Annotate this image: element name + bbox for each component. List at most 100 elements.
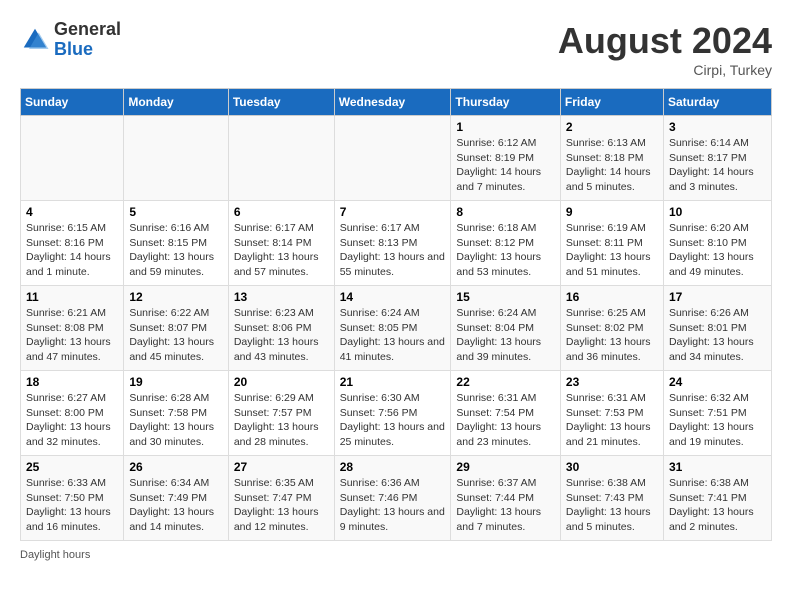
calendar-day-header: Monday xyxy=(124,89,228,116)
calendar-day-cell: 13Sunrise: 6:23 AM Sunset: 8:06 PM Dayli… xyxy=(228,286,334,371)
calendar-day-cell xyxy=(228,116,334,201)
calendar-week-row: 1 Sunrise: 6:12 AM Sunset: 8:19 PM Daylig… xyxy=(21,116,772,201)
title-block: August 2024 Cirpi, Turkey xyxy=(558,20,772,78)
day-info: Sunrise: 6:35 AM Sunset: 7:47 PM Dayligh… xyxy=(234,476,329,535)
day-number: 12 xyxy=(129,290,222,304)
day-info: Sunrise: 6:31 AM Sunset: 7:53 PM Dayligh… xyxy=(566,391,658,450)
calendar-day-cell: 30Sunrise: 6:38 AM Sunset: 7:43 PM Dayli… xyxy=(560,456,663,541)
calendar-day-cell: 5 Sunrise: 6:16 AM Sunset: 8:15 PM Daylig… xyxy=(124,201,228,286)
footer: Daylight hours xyxy=(20,549,772,561)
day-info: Sunrise: 6:12 AM Sunset: 8:19 PM Dayligh… xyxy=(456,136,555,195)
day-info: Sunrise: 6:29 AM Sunset: 7:57 PM Dayligh… xyxy=(234,391,329,450)
calendar-day-cell: 7 Sunrise: 6:17 AM Sunset: 8:13 PM Daylig… xyxy=(334,201,451,286)
day-number: 19 xyxy=(129,375,222,389)
day-number: 27 xyxy=(234,460,329,474)
day-number: 1 xyxy=(456,120,555,134)
calendar-week-row: 25Sunrise: 6:33 AM Sunset: 7:50 PM Dayli… xyxy=(21,456,772,541)
calendar-day-cell: 21Sunrise: 6:30 AM Sunset: 7:56 PM Dayli… xyxy=(334,371,451,456)
calendar-day-cell: 6 Sunrise: 6:17 AM Sunset: 8:14 PM Daylig… xyxy=(228,201,334,286)
day-info: Sunrise: 6:17 AM Sunset: 8:14 PM Dayligh… xyxy=(234,221,329,280)
calendar-day-cell: 15Sunrise: 6:24 AM Sunset: 8:04 PM Dayli… xyxy=(451,286,561,371)
calendar-day-cell: 24 Sunrise: 6:32 AM Sunset: 7:51 PM Dayli… xyxy=(663,371,771,456)
page-header: General Blue August 2024 Cirpi, Turkey xyxy=(20,20,772,78)
day-info: Sunrise: 6:32 AM Sunset: 7:51 PM Dayligh… xyxy=(669,391,766,450)
calendar-day-cell: 29 Sunrise: 6:37 AM Sunset: 7:44 PM Dayli… xyxy=(451,456,561,541)
day-info: Sunrise: 6:25 AM Sunset: 8:02 PM Dayligh… xyxy=(566,306,658,365)
day-number: 29 xyxy=(456,460,555,474)
logo: General Blue xyxy=(20,20,121,60)
day-number: 3 xyxy=(669,120,766,134)
day-number: 23 xyxy=(566,375,658,389)
day-info: Sunrise: 6:24 AM Sunset: 8:05 PM Dayligh… xyxy=(340,306,446,365)
calendar-day-cell xyxy=(21,116,124,201)
calendar-week-row: 4 Sunrise: 6:15 AM Sunset: 8:16 PM Daylig… xyxy=(21,201,772,286)
calendar-day-header: Thursday xyxy=(451,89,561,116)
day-number: 7 xyxy=(340,205,446,219)
calendar-day-header: Sunday xyxy=(21,89,124,116)
day-number: 8 xyxy=(456,205,555,219)
calendar-day-cell: 17Sunrise: 6:26 AM Sunset: 8:01 PM Dayli… xyxy=(663,286,771,371)
day-number: 28 xyxy=(340,460,446,474)
calendar-day-cell: 8 Sunrise: 6:18 AM Sunset: 8:12 PM Daylig… xyxy=(451,201,561,286)
calendar-day-cell: 23 Sunrise: 6:31 AM Sunset: 7:53 PM Dayli… xyxy=(560,371,663,456)
calendar-day-cell xyxy=(334,116,451,201)
location-subtitle: Cirpi, Turkey xyxy=(558,62,772,78)
calendar-day-cell: 9 Sunrise: 6:19 AM Sunset: 8:11 PM Daylig… xyxy=(560,201,663,286)
calendar-day-cell: 16 Sunrise: 6:25 AM Sunset: 8:02 PM Dayli… xyxy=(560,286,663,371)
calendar-day-cell: 26 Sunrise: 6:34 AM Sunset: 7:49 PM Dayli… xyxy=(124,456,228,541)
day-number: 20 xyxy=(234,375,329,389)
day-info: Sunrise: 6:20 AM Sunset: 8:10 PM Dayligh… xyxy=(669,221,766,280)
day-info: Sunrise: 6:38 AM Sunset: 7:43 PM Dayligh… xyxy=(566,476,658,535)
day-info: Sunrise: 6:31 AM Sunset: 7:54 PM Dayligh… xyxy=(456,391,555,450)
calendar-day-cell xyxy=(124,116,228,201)
day-info: Sunrise: 6:33 AM Sunset: 7:50 PM Dayligh… xyxy=(26,476,118,535)
calendar-day-header: Friday xyxy=(560,89,663,116)
calendar-day-cell: 18Sunrise: 6:27 AM Sunset: 8:00 PM Dayli… xyxy=(21,371,124,456)
day-number: 22 xyxy=(456,375,555,389)
calendar-day-cell: 1 Sunrise: 6:12 AM Sunset: 8:19 PM Daylig… xyxy=(451,116,561,201)
day-number: 26 xyxy=(129,460,222,474)
day-info: Sunrise: 6:16 AM Sunset: 8:15 PM Dayligh… xyxy=(129,221,222,280)
calendar-day-cell: 19 Sunrise: 6:28 AM Sunset: 7:58 PM Dayli… xyxy=(124,371,228,456)
calendar-week-row: 11Sunrise: 6:21 AM Sunset: 8:08 PM Dayli… xyxy=(21,286,772,371)
logo-blue-text: Blue xyxy=(54,40,121,60)
day-info: Sunrise: 6:38 AM Sunset: 7:41 PM Dayligh… xyxy=(669,476,766,535)
day-info: Sunrise: 6:37 AM Sunset: 7:44 PM Dayligh… xyxy=(456,476,555,535)
day-number: 6 xyxy=(234,205,329,219)
day-info: Sunrise: 6:15 AM Sunset: 8:16 PM Dayligh… xyxy=(26,221,118,280)
calendar-day-cell: 20 Sunrise: 6:29 AM Sunset: 7:57 PM Dayli… xyxy=(228,371,334,456)
day-number: 9 xyxy=(566,205,658,219)
day-number: 16 xyxy=(566,290,658,304)
day-number: 31 xyxy=(669,460,766,474)
day-number: 18 xyxy=(26,375,118,389)
day-info: Sunrise: 6:22 AM Sunset: 8:07 PM Dayligh… xyxy=(129,306,222,365)
day-info: Sunrise: 6:19 AM Sunset: 8:11 PM Dayligh… xyxy=(566,221,658,280)
calendar-day-header: Saturday xyxy=(663,89,771,116)
day-number: 24 xyxy=(669,375,766,389)
daylight-label: Daylight hours xyxy=(20,549,90,561)
day-info: Sunrise: 6:23 AM Sunset: 8:06 PM Dayligh… xyxy=(234,306,329,365)
day-number: 5 xyxy=(129,205,222,219)
day-info: Sunrise: 6:14 AM Sunset: 8:17 PM Dayligh… xyxy=(669,136,766,195)
calendar-day-cell: 11Sunrise: 6:21 AM Sunset: 8:08 PM Dayli… xyxy=(21,286,124,371)
calendar-day-cell: 4 Sunrise: 6:15 AM Sunset: 8:16 PM Daylig… xyxy=(21,201,124,286)
calendar-day-cell: 3 Sunrise: 6:14 AM Sunset: 8:17 PM Daylig… xyxy=(663,116,771,201)
calendar-day-cell: 27 Sunrise: 6:35 AM Sunset: 7:47 PM Dayli… xyxy=(228,456,334,541)
day-number: 2 xyxy=(566,120,658,134)
day-info: Sunrise: 6:13 AM Sunset: 8:18 PM Dayligh… xyxy=(566,136,658,195)
day-info: Sunrise: 6:34 AM Sunset: 7:49 PM Dayligh… xyxy=(129,476,222,535)
day-info: Sunrise: 6:28 AM Sunset: 7:58 PM Dayligh… xyxy=(129,391,222,450)
day-number: 4 xyxy=(26,205,118,219)
day-number: 15 xyxy=(456,290,555,304)
calendar-day-cell: 28Sunrise: 6:36 AM Sunset: 7:46 PM Dayli… xyxy=(334,456,451,541)
calendar-day-cell: 2 Sunrise: 6:13 AM Sunset: 8:18 PM Daylig… xyxy=(560,116,663,201)
calendar-day-cell: 10 Sunrise: 6:20 AM Sunset: 8:10 PM Dayli… xyxy=(663,201,771,286)
day-number: 17 xyxy=(669,290,766,304)
logo-general-text: General xyxy=(54,20,121,40)
day-number: 10 xyxy=(669,205,766,219)
day-info: Sunrise: 6:18 AM Sunset: 8:12 PM Dayligh… xyxy=(456,221,555,280)
day-info: Sunrise: 6:17 AM Sunset: 8:13 PM Dayligh… xyxy=(340,221,446,280)
calendar-day-header: Wednesday xyxy=(334,89,451,116)
day-number: 21 xyxy=(340,375,446,389)
logo-icon xyxy=(20,25,50,55)
